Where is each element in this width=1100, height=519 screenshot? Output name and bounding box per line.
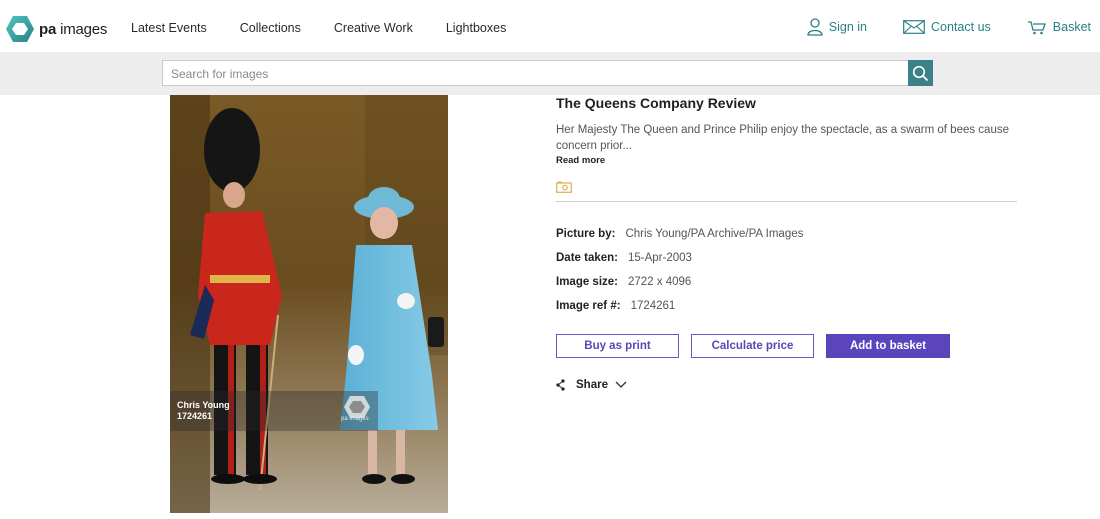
image-details: The Queens Company Review Her Majesty Th… bbox=[556, 95, 1018, 391]
search-button[interactable] bbox=[908, 60, 933, 86]
search-icon bbox=[912, 65, 929, 81]
basket-label: Basket bbox=[1052, 20, 1091, 34]
nav-collections[interactable]: Collections bbox=[240, 21, 301, 35]
divider bbox=[556, 201, 1017, 202]
main-nav: Latest Events Collections Creative Work … bbox=[131, 21, 539, 35]
share-dropdown[interactable]: Share bbox=[556, 379, 1018, 391]
share-icon bbox=[556, 379, 565, 391]
nav-lightboxes[interactable]: Lightboxes bbox=[446, 21, 506, 35]
search-bar-band: Search for images bbox=[0, 52, 1100, 95]
nav-latest-events[interactable]: Latest Events bbox=[131, 21, 207, 35]
photo-credit: Chris Young 1724261 bbox=[177, 400, 230, 422]
basket-icon bbox=[1027, 21, 1046, 35]
meta-row-date-taken: Date taken: 15-Apr-2003 bbox=[556, 246, 1018, 270]
add-to-basket-button[interactable]: Add to basket bbox=[826, 334, 950, 358]
photo-credit-name: Chris Young bbox=[177, 400, 230, 410]
buy-as-print-button[interactable]: Buy as print bbox=[556, 334, 679, 358]
contact-us-link[interactable]: Contact us bbox=[903, 20, 991, 34]
meta-label: Date taken: bbox=[556, 252, 618, 264]
meta-value: 1724261 bbox=[630, 300, 676, 312]
account-nav: Sign in Contact us Basket bbox=[771, 18, 1091, 36]
meta-row-image-ref: Image ref #: 1724261 bbox=[556, 294, 1018, 318]
read-more-link[interactable]: Read more bbox=[556, 155, 1018, 166]
meta-label: Image size: bbox=[556, 276, 618, 288]
logo-hexagon-icon bbox=[6, 16, 34, 42]
sign-in-label: Sign in bbox=[828, 20, 868, 34]
photo-illustration bbox=[170, 95, 448, 513]
meta-label: Image ref #: bbox=[556, 300, 621, 312]
watermark-text: pa images bbox=[341, 416, 369, 422]
meta-value: 2722 x 4096 bbox=[628, 276, 692, 288]
basket-link[interactable]: Basket bbox=[1027, 19, 1091, 35]
sign-in-link[interactable]: Sign in bbox=[807, 18, 867, 36]
image-caption: Her Majesty The Queen and Prince Philip … bbox=[556, 124, 1009, 152]
camera-folder-icon bbox=[556, 180, 1018, 198]
contact-us-label: Contact us bbox=[931, 20, 991, 34]
action-buttons: Buy as print Calculate price Add to bask… bbox=[556, 334, 1018, 358]
top-navigation: pa images Latest Events Collections Crea… bbox=[0, 0, 1100, 56]
meta-label: Picture by: bbox=[556, 228, 616, 240]
meta-value: Chris Young/PA Archive/PA Images bbox=[625, 228, 804, 240]
image-title: The Queens Company Review bbox=[556, 95, 756, 111]
meta-value: 15-Apr-2003 bbox=[628, 252, 692, 264]
chevron-down-icon bbox=[615, 381, 627, 388]
user-icon bbox=[807, 18, 823, 36]
main-photo[interactable]: Chris Young 1724261 pa images bbox=[170, 95, 448, 513]
meta-row-image-size: Image size: 2722 x 4096 bbox=[556, 270, 1018, 294]
logo-text: pa images bbox=[39, 20, 108, 38]
image-metadata: Picture by: Chris Young/PA Archive/PA Im… bbox=[556, 222, 1018, 318]
pa-images-logo[interactable]: pa images bbox=[5, 14, 107, 44]
share-label: Share bbox=[576, 379, 608, 391]
search-input[interactable]: Search for images bbox=[162, 60, 908, 86]
nav-creative-work[interactable]: Creative Work bbox=[334, 21, 413, 35]
envelope-icon bbox=[903, 20, 925, 34]
photo-credit-ref: 1724261 bbox=[177, 411, 213, 421]
meta-row-picture-by: Picture by: Chris Young/PA Archive/PA Im… bbox=[556, 222, 1018, 246]
calculate-price-button[interactable]: Calculate price bbox=[691, 334, 814, 358]
